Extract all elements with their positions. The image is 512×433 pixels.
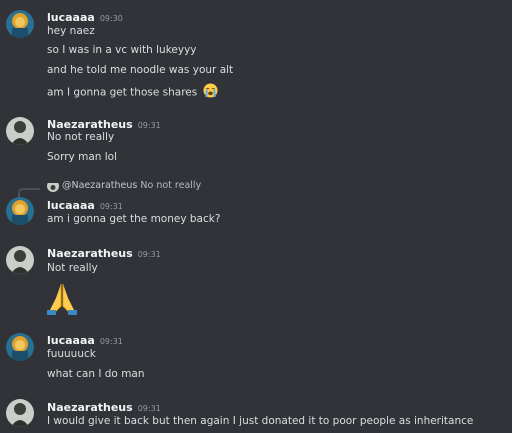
lucaaaa-avatar-icon — [6, 10, 34, 38]
avatar[interactable] — [6, 10, 34, 38]
avatar[interactable] — [6, 333, 34, 361]
timestamp: 09:31 — [137, 121, 161, 130]
timestamp: 09:31 — [137, 250, 161, 259]
username[interactable]: lucaaaa — [47, 334, 95, 347]
username[interactable]: lucaaaa — [47, 11, 95, 24]
message-text: Not really — [47, 262, 98, 274]
avatar[interactable] — [6, 197, 34, 225]
reply-username[interactable]: @Naezaratheus — [62, 180, 137, 191]
folded-hands-icon — [44, 280, 80, 320]
timestamp: 09:31 — [99, 202, 123, 211]
message-text: hey naez — [47, 25, 95, 37]
reply-connector — [18, 188, 40, 197]
message-text: I would give it back but then again I ju… — [47, 415, 474, 427]
username[interactable]: lucaaaa — [47, 199, 95, 212]
reply-preview[interactable]: @Naezaratheus No not really — [62, 179, 201, 193]
message-text: No not really — [47, 131, 115, 143]
timestamp: 09:31 — [137, 404, 161, 413]
message-text: what can I do man — [47, 368, 145, 380]
username[interactable]: Naezaratheus — [47, 247, 133, 260]
avatar[interactable] — [6, 399, 34, 427]
reply-message: No not really — [140, 180, 202, 191]
message-text: fuuuuuck — [47, 348, 96, 360]
avatar[interactable] — [6, 246, 34, 274]
message-text: so I was in a vc with lukeyyy — [47, 44, 197, 56]
message-text: am I gonna get those shares — [47, 86, 198, 99]
timestamp: 09:31 — [99, 337, 123, 346]
username[interactable]: Naezaratheus — [47, 401, 133, 414]
reply-avatar[interactable] — [47, 180, 59, 192]
timestamp: 09:30 — [99, 14, 123, 23]
avatar[interactable] — [6, 117, 34, 145]
message-text: and he told me noodle was your alt — [47, 64, 234, 76]
message-text: Sorry man lol — [47, 151, 118, 163]
message-text: am i gonna get the money back? — [47, 213, 221, 225]
loudly-crying-face-icon — [203, 83, 218, 102]
naezaratheus-avatar-icon — [6, 117, 34, 145]
